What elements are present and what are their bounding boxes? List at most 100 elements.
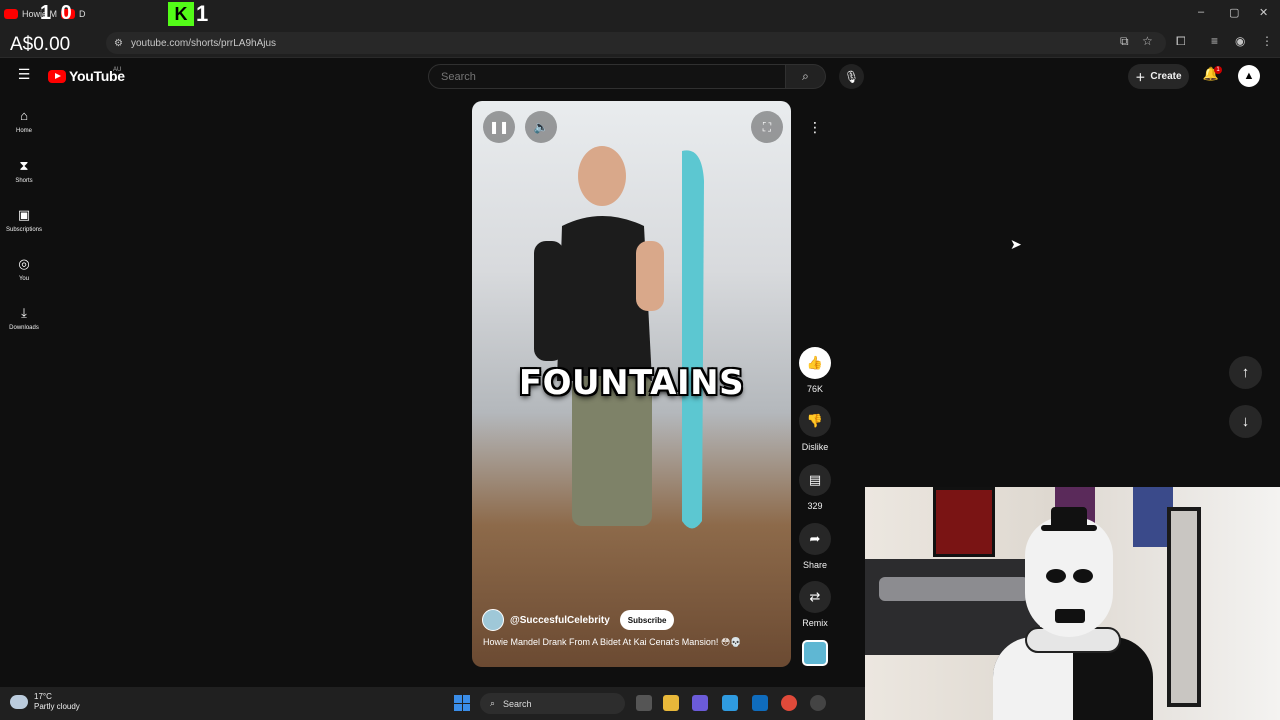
poster-frame xyxy=(933,487,995,557)
voice-search-button[interactable]: 🎙 xyxy=(839,64,864,89)
account-avatar[interactable]: ▲ xyxy=(1238,65,1260,87)
comment-icon: ▤ xyxy=(799,464,831,496)
edge-icon[interactable] xyxy=(722,695,738,711)
you-icon: ◎ xyxy=(18,256,30,271)
install-app-icon[interactable]: ⧉ xyxy=(1120,34,1129,49)
arrow-down-icon: ↓ xyxy=(1241,413,1250,430)
remix-label: Remix xyxy=(802,618,828,628)
audio-source-thumbnail[interactable] xyxy=(802,640,828,666)
share-icon: ➦ xyxy=(799,523,831,555)
profile-icon[interactable]: ◉ xyxy=(1235,34,1245,48)
channel-name[interactable]: @SuccesfulCelebrity xyxy=(510,615,610,626)
mask-eye-2 xyxy=(1073,569,1093,583)
site-info-icon[interactable]: ⚙ xyxy=(114,38,123,49)
like-count: 76K xyxy=(806,384,823,394)
create-button[interactable]: ＋ Create xyxy=(1128,64,1189,89)
previous-short-button[interactable]: ↑ xyxy=(1229,356,1262,389)
sidebar-item-downloads[interactable]: ⤓ Downloads xyxy=(0,305,48,331)
media-control-icon[interactable]: ≡ xyxy=(1211,34,1218,48)
channel-row: @SuccesfulCelebrity Subscribe xyxy=(482,609,675,631)
create-label: Create xyxy=(1150,71,1182,82)
hamburger-menu-icon[interactable]: ☰ xyxy=(14,66,34,86)
shorts-video-player[interactable]: ❚❚ 🔈 ⛶ FOUNTAINS @SuccesfulCelebrity Sub… xyxy=(472,101,791,667)
extensions-icon[interactable]: ⧠ xyxy=(1176,34,1186,49)
partly-cloudy-icon xyxy=(10,695,28,709)
tab-title-2: D xyxy=(79,9,86,19)
search-input[interactable] xyxy=(441,70,785,83)
pause-icon: ❚❚ xyxy=(488,120,510,134)
sidebar-item-label: You xyxy=(18,276,30,282)
share-label: Share xyxy=(802,560,828,570)
sidebar-item-subscriptions[interactable]: ▣ Subscriptions xyxy=(0,207,48,233)
fullscreen-button[interactable]: ⛶ xyxy=(751,111,783,143)
mask-eye xyxy=(1046,569,1066,583)
search-button[interactable]: ⌕ xyxy=(786,64,826,89)
mask-mouth xyxy=(1055,609,1085,623)
temperature: 17°C xyxy=(34,692,52,701)
file-explorer-icon[interactable] xyxy=(663,695,679,711)
pause-button[interactable]: ❚❚ xyxy=(483,111,515,143)
minimize-icon[interactable]: – xyxy=(1198,6,1204,18)
remix-button[interactable]: ⇄ Remix xyxy=(795,581,835,628)
dislike-button[interactable]: 👎 Dislike xyxy=(795,405,835,452)
sidebar-item-shorts[interactable]: ⧗ Shorts xyxy=(0,158,48,184)
microphone-icon: 🎙 xyxy=(843,69,860,84)
url-field[interactable]: ⚙ youtube.com/shorts/prrLA9hAjus xyxy=(106,32,1166,54)
downloads-icon: ⤓ xyxy=(21,305,27,320)
close-window-icon[interactable]: ✕ xyxy=(1259,6,1268,19)
chrome-icon[interactable] xyxy=(781,695,797,711)
next-short-button[interactable]: ↓ xyxy=(1229,405,1262,438)
restore-icon[interactable]: ▢ xyxy=(1229,6,1239,19)
like-button[interactable]: 👍 76K xyxy=(795,347,835,394)
chrome-menu-icon[interactable]: ⋮ xyxy=(1261,34,1273,48)
share-button[interactable]: ➦ Share xyxy=(795,523,835,570)
home-icon: ⌂ xyxy=(20,108,28,123)
kick-logo-icon: K xyxy=(168,2,194,26)
bookmark-star-icon[interactable]: ☆ xyxy=(1142,34,1153,48)
outlook-icon[interactable] xyxy=(752,695,768,711)
subscriptions-icon: ▣ xyxy=(17,207,31,222)
sidebar-item-label: Downloads xyxy=(9,325,39,331)
volume-button[interactable]: 🔈 xyxy=(525,111,557,143)
video-title[interactable]: Howie Mandel Drank From A Bidet At Kai C… xyxy=(483,637,783,648)
pillow xyxy=(879,577,1029,601)
url-text: youtube.com/shorts/prrLA9hAjus xyxy=(130,37,277,49)
more-options-icon[interactable]: ⋮ xyxy=(803,115,827,139)
browser-tab[interactable]: Howie M D xyxy=(4,2,164,26)
plus-icon: ＋ xyxy=(1135,73,1146,84)
region-code: AU xyxy=(113,67,122,73)
search-icon: ⌕ xyxy=(490,698,496,708)
pool-noodle xyxy=(682,150,704,529)
weather-widget[interactable]: 17°C Partly cloudy xyxy=(10,692,80,712)
sidebar-item-label: Shorts xyxy=(15,178,33,184)
weather-text: 17°C Partly cloudy xyxy=(34,692,80,712)
arrow-up-icon: ↑ xyxy=(1241,364,1250,381)
mouse-cursor-icon: ➤ xyxy=(1010,236,1022,252)
comment-count: 329 xyxy=(807,501,823,511)
video-caption: FOUNTAINS xyxy=(518,363,745,403)
app-icon[interactable] xyxy=(810,695,826,711)
weather-condition: Partly cloudy xyxy=(34,702,80,711)
windows-start-icon[interactable] xyxy=(454,695,470,711)
notification-count-badge: 1 xyxy=(1214,66,1222,74)
kick-count: 1 xyxy=(196,1,209,26)
comments-button[interactable]: ▤ 329 xyxy=(795,464,835,511)
thumbs-down-icon: 👎 xyxy=(799,405,831,437)
search-icon: ⌕ xyxy=(802,69,809,83)
video-frame-person xyxy=(534,146,664,526)
task-view-icon[interactable] xyxy=(636,695,652,711)
sidebar-item-home[interactable]: ⌂ Home xyxy=(0,108,48,134)
search-box[interactable] xyxy=(428,64,786,89)
mirror xyxy=(1167,507,1201,707)
balance-overlay: A$0.00 xyxy=(10,34,71,55)
copilot-icon[interactable] xyxy=(692,695,708,711)
overlay-numbers: 1 0 xyxy=(40,2,74,24)
youtube-play-icon xyxy=(48,69,66,83)
sidebar-item-you[interactable]: ◎ You xyxy=(0,256,48,282)
taskbar-search[interactable]: ⌕ Search xyxy=(480,693,625,714)
fullscreen-icon: ⛶ xyxy=(762,119,772,134)
channel-avatar[interactable] xyxy=(482,609,504,631)
sidebar-item-label: Home xyxy=(15,128,32,134)
dislike-label: Dislike xyxy=(801,442,829,452)
subscribe-button[interactable]: Subscribe xyxy=(619,610,675,630)
